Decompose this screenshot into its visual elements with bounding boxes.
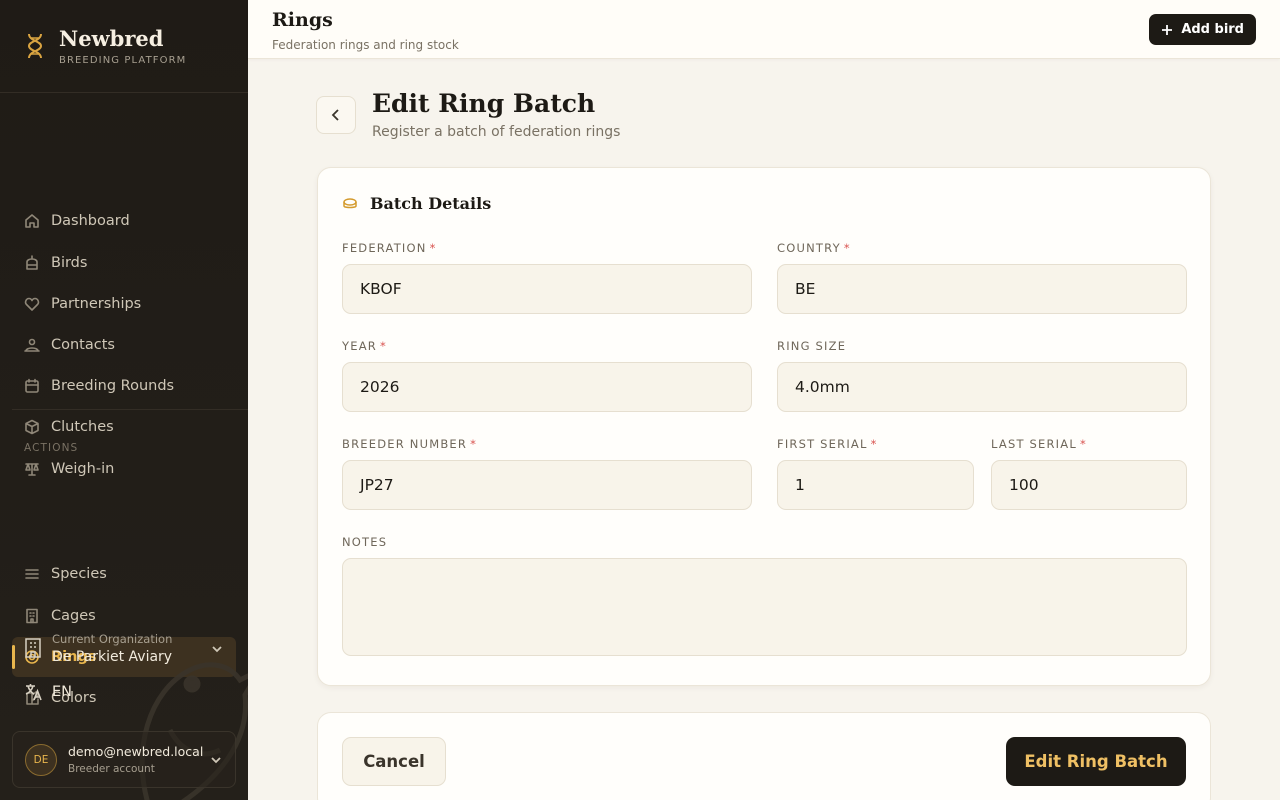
sidebar-item-label: Birds xyxy=(51,255,88,271)
language-switcher[interactable]: EN xyxy=(24,682,72,701)
card-header: Batch Details xyxy=(342,194,491,213)
sidebar-item-dashboard[interactable]: Dashboard xyxy=(12,201,236,241)
scale-icon xyxy=(25,463,39,476)
year-label: YEAR * xyxy=(342,339,387,353)
plus-icon xyxy=(1162,24,1173,35)
sidebar-item-weigh-in[interactable]: Weigh-in xyxy=(12,449,236,489)
sidebar-item-label: Weigh-in xyxy=(51,461,115,477)
sidebar-item-label: Breeding Rounds xyxy=(51,378,175,394)
last-serial-input[interactable]: 100 xyxy=(991,460,1187,510)
users-icon xyxy=(24,338,40,352)
topbar: Rings Federation rings and ring stock Ad… xyxy=(248,0,1280,59)
account-role: Breeder account xyxy=(68,763,155,775)
card-title: Batch Details xyxy=(370,194,492,213)
brand-name: Newbred xyxy=(59,25,164,51)
breeder-number-label: BREEDER NUMBER * xyxy=(342,437,478,451)
topbar-title: Rings xyxy=(272,9,333,31)
back-button[interactable] xyxy=(316,96,356,134)
first-serial-label: FIRST SERIAL * xyxy=(777,437,878,451)
breeder-number-input[interactable]: JP27 xyxy=(342,460,752,510)
building-icon xyxy=(26,608,38,624)
edit-ring-batch-button[interactable]: Edit Ring Batch xyxy=(1006,737,1186,786)
first-serial-input[interactable]: 1 xyxy=(777,460,974,510)
page-subtitle: Register a batch of federation rings xyxy=(372,124,621,140)
calendar-icon xyxy=(25,378,39,393)
sidebar-item-species[interactable]: Species xyxy=(12,554,236,594)
section-label-actions: ACTIONS xyxy=(24,442,79,454)
add-bird-button[interactable]: Add bird xyxy=(1149,14,1256,45)
translate-icon xyxy=(25,684,42,701)
dna-logo-icon xyxy=(27,33,43,59)
sidebar-item-breeding-rounds[interactable]: Breeding Rounds xyxy=(12,366,236,406)
cancel-button[interactable]: Cancel xyxy=(342,737,446,786)
sidebar-divider xyxy=(12,409,248,410)
sidebar-item-label: Partnerships xyxy=(51,296,142,312)
add-bird-label: Add bird xyxy=(1181,22,1244,37)
account-email: demo@newbred.local xyxy=(68,744,204,759)
chevron-down-icon xyxy=(212,646,222,653)
building-icon xyxy=(25,638,41,658)
org-name: De Parkiet Aviary xyxy=(52,648,173,665)
form-actions: Cancel Edit Ring Batch xyxy=(317,712,1211,800)
topbar-subtitle: Federation rings and ring stock xyxy=(272,38,459,52)
notes-textarea[interactable] xyxy=(342,558,1187,656)
last-serial-label: LAST SERIAL * xyxy=(991,437,1087,451)
sidebar-item-label: Clutches xyxy=(51,419,114,435)
home-icon xyxy=(25,214,39,228)
sidebar: Newbred BREEDING PLATFORM Dashboard Bird… xyxy=(0,0,248,800)
sidebar-item-clutches[interactable]: Clutches xyxy=(12,407,236,447)
account-menu[interactable]: DE demo@newbred.local Breeder account xyxy=(12,731,236,788)
list-icon xyxy=(25,569,39,579)
sidebar-item-birds[interactable]: Birds xyxy=(12,243,236,283)
ring-size-input[interactable]: 4.0mm xyxy=(777,362,1187,412)
federation-label: FEDERATION * xyxy=(342,241,437,255)
heart-icon xyxy=(24,297,40,311)
ring-size-label: RING SIZE xyxy=(777,339,847,353)
chevron-down-icon xyxy=(211,757,221,764)
sidebar-item-contacts[interactable]: Contacts xyxy=(12,325,236,365)
language-label: EN xyxy=(52,683,73,700)
sidebar-item-label: Species xyxy=(51,566,107,582)
box-icon xyxy=(25,419,39,435)
sidebar-item-label: Cages xyxy=(51,608,96,624)
org-label: Current Organization xyxy=(52,631,173,646)
avatar: DE xyxy=(25,743,57,776)
page-title: Edit Ring Batch xyxy=(372,89,596,118)
sidebar-item-label: Dashboard xyxy=(51,213,130,229)
cage-icon xyxy=(26,255,38,270)
brand-subtitle: BREEDING PLATFORM xyxy=(59,54,187,66)
year-input[interactable]: 2026 xyxy=(342,362,752,412)
sidebar-item-label: Contacts xyxy=(51,337,115,353)
country-input[interactable]: BE xyxy=(777,264,1187,314)
chevron-left-icon xyxy=(331,109,339,121)
sidebar-item-partnerships[interactable]: Partnerships xyxy=(12,284,236,324)
org-switcher[interactable]: Current Organization De Parkiet Aviary xyxy=(24,630,224,666)
brand[interactable]: Newbred BREEDING PLATFORM xyxy=(0,0,248,93)
batch-details-card: Batch Details FEDERATION * KBOF COUNTRY * … xyxy=(317,167,1211,686)
notes-label: NOTES xyxy=(342,535,388,549)
country-label: COUNTRY * xyxy=(777,241,851,255)
federation-input[interactable]: KBOF xyxy=(342,264,752,314)
ring-stack-icon xyxy=(343,197,357,208)
